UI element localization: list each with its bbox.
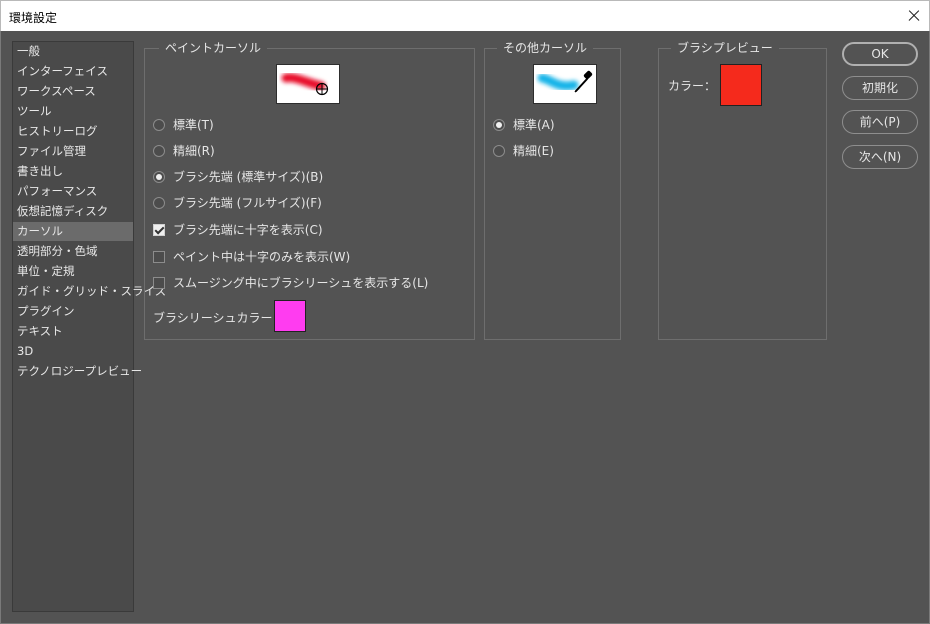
- sidebar-item-type[interactable]: テキスト: [13, 322, 133, 341]
- close-icon[interactable]: [899, 1, 929, 31]
- brush-preview-color-swatch[interactable]: [720, 64, 762, 106]
- checkbox-indicator[interactable]: [153, 224, 165, 236]
- other-cursor-group: その他カーソル 標準(A) 精細(E): [484, 41, 621, 340]
- leash-color-swatch[interactable]: [274, 300, 306, 332]
- reset-button[interactable]: 初期化: [842, 76, 918, 100]
- brush-preview-color-label: カラー：: [668, 79, 717, 93]
- brush-preview-group: ブラシプレビュー カラー：: [658, 41, 827, 340]
- sidebar-item-workspace[interactable]: ワークスペース: [13, 82, 133, 101]
- option-label: 標準(A): [513, 118, 555, 132]
- title-bar: 環境設定: [0, 0, 930, 31]
- radio-indicator[interactable]: [153, 197, 165, 209]
- other-cursor-preview: [533, 64, 597, 104]
- radio-indicator[interactable]: [153, 171, 165, 183]
- brush-stroke-eyedropper-icon: [537, 70, 593, 93]
- sidebar-item-units-rulers[interactable]: 単位・定規: [13, 262, 133, 281]
- sidebar-item-technology-previews[interactable]: テクノロジープレビュー: [13, 362, 142, 381]
- checkbox-indicator[interactable]: [153, 251, 165, 263]
- sidebar-item-plugins[interactable]: プラグイン: [13, 302, 133, 321]
- radio-indicator[interactable]: [153, 145, 165, 157]
- paint-cursor-legend: ペイントカーソル: [159, 41, 268, 55]
- sidebar-item-export[interactable]: 書き出し: [13, 162, 133, 181]
- window-title: 環境設定: [9, 11, 58, 25]
- radio-indicator[interactable]: [153, 119, 165, 131]
- sidebar-item-performance[interactable]: パフォーマンス: [13, 182, 133, 201]
- brush-stroke-crosshair-icon: [281, 73, 329, 96]
- sidebar-item-general[interactable]: 一般: [13, 42, 133, 61]
- brush-preview-legend: ブラシプレビュー: [671, 41, 779, 55]
- next-button[interactable]: 次へ(N): [842, 145, 918, 169]
- sidebar-item-file-handling[interactable]: ファイル管理: [13, 142, 133, 161]
- other-cursor-legend: その他カーソル: [497, 41, 594, 55]
- option-label: ペイント中は十字のみを表示(W): [173, 250, 351, 264]
- paint-cursor-group: ペイントカーソル 標準(T) 精細(R) ブラシ先端 (標準サイズ)(B) ブラ…: [144, 41, 475, 340]
- option-label: ブラシ先端 (フルサイズ)(F): [173, 196, 322, 210]
- sidebar-item-3d[interactable]: 3D: [13, 342, 133, 361]
- sidebar-item-history-log[interactable]: ヒストリーログ: [13, 122, 133, 141]
- radio-indicator[interactable]: [493, 119, 505, 131]
- radio-indicator[interactable]: [493, 145, 505, 157]
- option-label: スムージング中にブラシリーシュを表示する(L): [173, 276, 429, 290]
- leash-color-label: ブラシリーシュカラー：: [153, 311, 285, 325]
- paint-cursor-preview: [276, 64, 340, 104]
- sidebar-item-tools[interactable]: ツール: [13, 102, 133, 121]
- sidebar-item-transparency-gamut[interactable]: 透明部分・色域: [13, 242, 133, 261]
- sidebar-item-interface[interactable]: インターフェイス: [13, 62, 133, 81]
- sidebar-item-scratch-disks[interactable]: 仮想記憶ディスク: [13, 202, 133, 221]
- category-sidebar: 一般 インターフェイス ワークスペース ツール ヒストリーログ ファイル管理 書…: [12, 41, 166, 612]
- sidebar-item-cursors[interactable]: カーソル: [13, 222, 133, 241]
- option-label: ブラシ先端 (標準サイズ)(B): [173, 170, 324, 184]
- ok-button[interactable]: OK: [842, 42, 918, 66]
- option-label: 精細(E): [513, 144, 554, 158]
- checkbox-indicator[interactable]: [153, 277, 165, 289]
- sidebar-item-guides-grid-slices[interactable]: ガイド・グリッド・スライス: [13, 282, 166, 301]
- option-label: ブラシ先端に十字を表示(C): [173, 223, 323, 237]
- option-label: 精細(R): [173, 144, 215, 158]
- option-label: 標準(T): [173, 118, 214, 132]
- prev-button[interactable]: 前へ(P): [842, 110, 918, 134]
